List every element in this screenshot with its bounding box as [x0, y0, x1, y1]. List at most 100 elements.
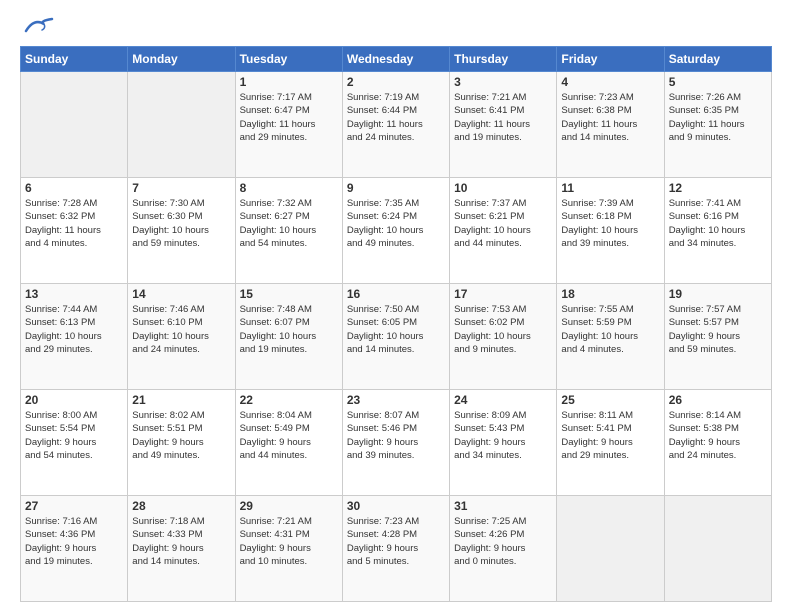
day-info: Sunrise: 7:41 AM Sunset: 6:16 PM Dayligh…: [669, 197, 767, 250]
calendar-day-header: Sunday: [21, 47, 128, 72]
calendar-cell: 4 Sunrise: 7:23 AM Sunset: 6:38 PM Daylig…: [557, 72, 664, 178]
day-number: 27: [25, 499, 123, 513]
header: [20, 16, 772, 36]
calendar-cell: 16 Sunrise: 7:50 AM Sunset: 6:05 PM Dayli…: [342, 284, 449, 390]
calendar-cell: 6 Sunrise: 7:28 AM Sunset: 6:32 PM Daylig…: [21, 178, 128, 284]
calendar-cell: 3 Sunrise: 7:21 AM Sunset: 6:41 PM Daylig…: [450, 72, 557, 178]
day-number: 4: [561, 75, 659, 89]
calendar-week-row: 1 Sunrise: 7:17 AM Sunset: 6:47 PM Daylig…: [21, 72, 772, 178]
calendar-week-row: 13Sunrise: 7:44 AM Sunset: 6:13 PM Dayli…: [21, 284, 772, 390]
day-info: Sunrise: 7:53 AM Sunset: 6:02 PM Dayligh…: [454, 303, 552, 356]
calendar-cell: 22 Sunrise: 8:04 AM Sunset: 5:49 PM Dayli…: [235, 390, 342, 496]
day-number: 16: [347, 287, 445, 301]
day-number: 17: [454, 287, 552, 301]
calendar-cell: 14 Sunrise: 7:46 AM Sunset: 6:10 PM Dayli…: [128, 284, 235, 390]
day-info: Sunrise: 7:21 AM Sunset: 6:41 PM Dayligh…: [454, 91, 552, 144]
calendar-cell: 24Sunrise: 8:09 AM Sunset: 5:43 PM Dayli…: [450, 390, 557, 496]
day-info: Sunrise: 7:37 AM Sunset: 6:21 PM Dayligh…: [454, 197, 552, 250]
day-info: Sunrise: 7:23 AM Sunset: 4:28 PM Dayligh…: [347, 515, 445, 568]
calendar-day-header: Wednesday: [342, 47, 449, 72]
calendar-day-header: Tuesday: [235, 47, 342, 72]
day-info: Sunrise: 7:35 AM Sunset: 6:24 PM Dayligh…: [347, 197, 445, 250]
day-number: 28: [132, 499, 230, 513]
calendar-header-row: SundayMondayTuesdayWednesdayThursdayFrid…: [21, 47, 772, 72]
calendar-cell: 27Sunrise: 7:16 AM Sunset: 4:36 PM Dayli…: [21, 496, 128, 602]
calendar-cell: 2 Sunrise: 7:19 AM Sunset: 6:44 PM Daylig…: [342, 72, 449, 178]
logo: [20, 16, 54, 36]
day-number: 21: [132, 393, 230, 407]
day-info: Sunrise: 7:21 AM Sunset: 4:31 PM Dayligh…: [240, 515, 338, 568]
calendar-cell: 9 Sunrise: 7:35 AM Sunset: 6:24 PM Daylig…: [342, 178, 449, 284]
calendar-day-header: Monday: [128, 47, 235, 72]
calendar-cell: 11Sunrise: 7:39 AM Sunset: 6:18 PM Dayli…: [557, 178, 664, 284]
day-number: 29: [240, 499, 338, 513]
day-number: 3: [454, 75, 552, 89]
day-info: Sunrise: 7:19 AM Sunset: 6:44 PM Dayligh…: [347, 91, 445, 144]
day-number: 26: [669, 393, 767, 407]
day-info: Sunrise: 7:39 AM Sunset: 6:18 PM Dayligh…: [561, 197, 659, 250]
day-number: 30: [347, 499, 445, 513]
calendar-cell: 21Sunrise: 8:02 AM Sunset: 5:51 PM Dayli…: [128, 390, 235, 496]
day-info: Sunrise: 7:48 AM Sunset: 6:07 PM Dayligh…: [240, 303, 338, 356]
calendar-cell: 25 Sunrise: 8:11 AM Sunset: 5:41 PM Dayli…: [557, 390, 664, 496]
calendar-week-row: 20 Sunrise: 8:00 AM Sunset: 5:54 PM Dayli…: [21, 390, 772, 496]
day-info: Sunrise: 7:28 AM Sunset: 6:32 PM Dayligh…: [25, 197, 123, 250]
calendar-week-row: 6 Sunrise: 7:28 AM Sunset: 6:32 PM Daylig…: [21, 178, 772, 284]
calendar-cell: 23 Sunrise: 8:07 AM Sunset: 5:46 PM Dayli…: [342, 390, 449, 496]
day-number: 1: [240, 75, 338, 89]
day-number: 19: [669, 287, 767, 301]
page: SundayMondayTuesdayWednesdayThursdayFrid…: [0, 0, 792, 612]
calendar-cell: [664, 496, 771, 602]
day-number: 13: [25, 287, 123, 301]
calendar-cell: 30 Sunrise: 7:23 AM Sunset: 4:28 PM Dayli…: [342, 496, 449, 602]
calendar-cell: 13Sunrise: 7:44 AM Sunset: 6:13 PM Dayli…: [21, 284, 128, 390]
day-number: 7: [132, 181, 230, 195]
calendar-cell: 12 Sunrise: 7:41 AM Sunset: 6:16 PM Dayli…: [664, 178, 771, 284]
day-number: 15: [240, 287, 338, 301]
calendar-cell: 1 Sunrise: 7:17 AM Sunset: 6:47 PM Daylig…: [235, 72, 342, 178]
day-info: Sunrise: 7:50 AM Sunset: 6:05 PM Dayligh…: [347, 303, 445, 356]
calendar-cell: 20 Sunrise: 8:00 AM Sunset: 5:54 PM Dayli…: [21, 390, 128, 496]
day-number: 14: [132, 287, 230, 301]
day-info: Sunrise: 8:07 AM Sunset: 5:46 PM Dayligh…: [347, 409, 445, 462]
day-info: Sunrise: 7:55 AM Sunset: 5:59 PM Dayligh…: [561, 303, 659, 356]
day-number: 12: [669, 181, 767, 195]
bird-icon: [24, 16, 54, 36]
calendar-table: SundayMondayTuesdayWednesdayThursdayFrid…: [20, 46, 772, 602]
day-number: 5: [669, 75, 767, 89]
calendar-cell: 18Sunrise: 7:55 AM Sunset: 5:59 PM Dayli…: [557, 284, 664, 390]
day-info: Sunrise: 7:17 AM Sunset: 6:47 PM Dayligh…: [240, 91, 338, 144]
calendar-cell: 10Sunrise: 7:37 AM Sunset: 6:21 PM Dayli…: [450, 178, 557, 284]
day-info: Sunrise: 7:57 AM Sunset: 5:57 PM Dayligh…: [669, 303, 767, 356]
calendar-cell: 19 Sunrise: 7:57 AM Sunset: 5:57 PM Dayli…: [664, 284, 771, 390]
calendar-cell: 7 Sunrise: 7:30 AM Sunset: 6:30 PM Daylig…: [128, 178, 235, 284]
day-number: 6: [25, 181, 123, 195]
day-number: 31: [454, 499, 552, 513]
calendar-week-row: 27Sunrise: 7:16 AM Sunset: 4:36 PM Dayli…: [21, 496, 772, 602]
day-info: Sunrise: 8:14 AM Sunset: 5:38 PM Dayligh…: [669, 409, 767, 462]
calendar-cell: 15 Sunrise: 7:48 AM Sunset: 6:07 PM Dayli…: [235, 284, 342, 390]
day-info: Sunrise: 8:04 AM Sunset: 5:49 PM Dayligh…: [240, 409, 338, 462]
day-number: 20: [25, 393, 123, 407]
day-info: Sunrise: 7:46 AM Sunset: 6:10 PM Dayligh…: [132, 303, 230, 356]
day-info: Sunrise: 7:18 AM Sunset: 4:33 PM Dayligh…: [132, 515, 230, 568]
day-number: 22: [240, 393, 338, 407]
calendar-cell: [128, 72, 235, 178]
calendar-cell: 31 Sunrise: 7:25 AM Sunset: 4:26 PM Dayli…: [450, 496, 557, 602]
day-number: 25: [561, 393, 659, 407]
calendar-day-header: Saturday: [664, 47, 771, 72]
day-number: 24: [454, 393, 552, 407]
calendar-cell: [557, 496, 664, 602]
calendar-cell: 8Sunrise: 7:32 AM Sunset: 6:27 PM Daylig…: [235, 178, 342, 284]
day-number: 23: [347, 393, 445, 407]
calendar-cell: 26 Sunrise: 8:14 AM Sunset: 5:38 PM Dayli…: [664, 390, 771, 496]
calendar-cell: 28 Sunrise: 7:18 AM Sunset: 4:33 PM Dayli…: [128, 496, 235, 602]
day-info: Sunrise: 7:30 AM Sunset: 6:30 PM Dayligh…: [132, 197, 230, 250]
day-number: 2: [347, 75, 445, 89]
day-number: 8: [240, 181, 338, 195]
day-info: Sunrise: 7:23 AM Sunset: 6:38 PM Dayligh…: [561, 91, 659, 144]
day-number: 9: [347, 181, 445, 195]
day-info: Sunrise: 7:25 AM Sunset: 4:26 PM Dayligh…: [454, 515, 552, 568]
day-info: Sunrise: 8:11 AM Sunset: 5:41 PM Dayligh…: [561, 409, 659, 462]
day-info: Sunrise: 8:00 AM Sunset: 5:54 PM Dayligh…: [25, 409, 123, 462]
